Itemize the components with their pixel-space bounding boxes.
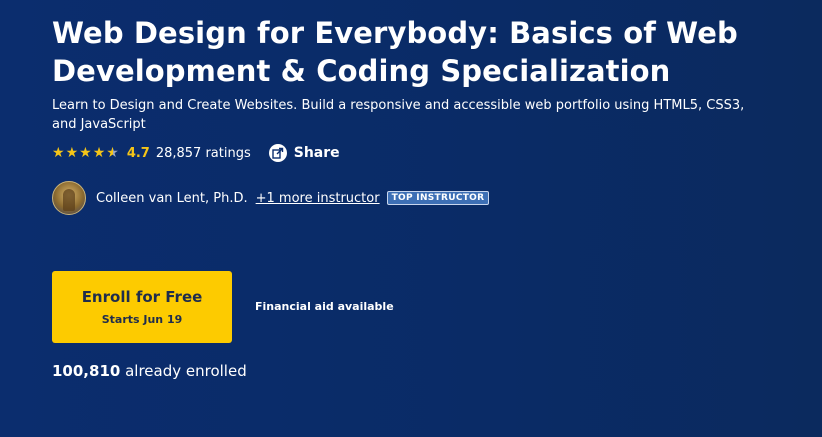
financial-aid-link[interactable]: Financial aid available <box>255 300 394 313</box>
course-subtitle: Learn to Design and Create Websites. Bui… <box>52 98 745 132</box>
instructor-row: Colleen van Lent, Ph.D. +1 more instruct… <box>52 181 792 215</box>
share-button[interactable]: Share <box>268 144 340 162</box>
enrolled-suffix: already enrolled <box>120 362 247 380</box>
enroll-section: Enroll for Free Starts Jun 19 Financial … <box>52 271 394 343</box>
star-icon: ★ <box>65 145 79 161</box>
enrolled-count: 100,810 already enrolled <box>52 362 247 380</box>
course-title: Web Design for Everybody: Basics of Web … <box>52 16 738 88</box>
share-label: Share <box>293 145 340 161</box>
enroll-button[interactable]: Enroll for Free Starts Jun 19 <box>52 271 232 343</box>
half-star-icon: ★ <box>106 145 119 161</box>
star-icon: ★ <box>79 145 92 161</box>
star-icon: ★ <box>92 145 106 161</box>
rating-stars: ★ ★ ★ ★ ★ <box>52 146 119 160</box>
avatar[interactable] <box>52 181 86 215</box>
star-icon: ★ <box>52 145 65 161</box>
rating-row: ★ ★ ★ ★ ★ 4.7 28,857 ratings Share <box>52 142 792 164</box>
enrolled-number: 100,810 <box>52 362 121 380</box>
share-icon <box>268 144 287 162</box>
rating-value: 4.7 <box>126 145 150 161</box>
top-instructor-badge: TOP INSTRUCTOR <box>386 191 490 205</box>
instructor-name[interactable]: Colleen van Lent, Ph.D. <box>96 191 248 206</box>
enroll-start-date: Starts Jun 19 <box>101 313 183 326</box>
enroll-label: Enroll for Free <box>81 288 203 306</box>
course-header: Web Design for Everybody: Basics of Web … <box>52 14 792 215</box>
rating-count: 28,857 ratings <box>155 145 251 161</box>
more-instructors-link[interactable]: +1 more instructor <box>256 191 380 206</box>
